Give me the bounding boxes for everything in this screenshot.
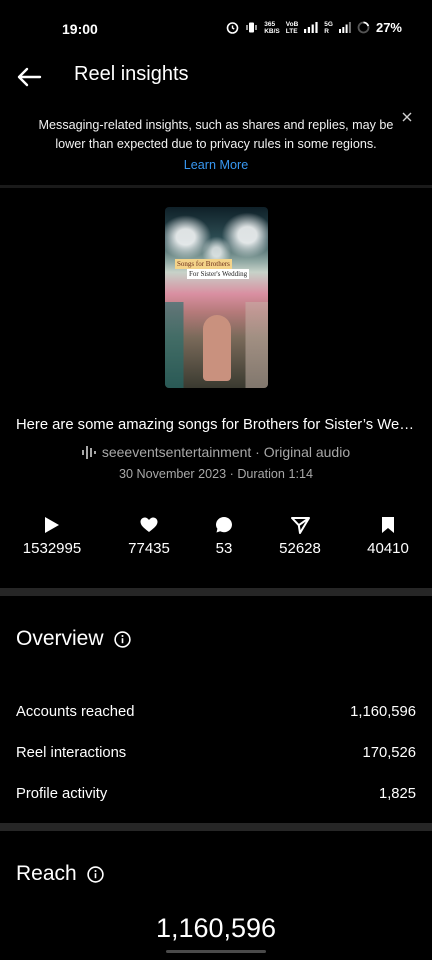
metric-value: 1,160,596 [350, 704, 416, 720]
metric-row-reel-interactions[interactable]: Reel interactions 170,526 [16, 745, 416, 761]
stat-shares: 52628 [255, 513, 345, 557]
scroll-indicator [166, 950, 266, 953]
battery-percent: 27% [375, 20, 402, 35]
status-bar: 19:00 365 KB/S VoB LTE 5G R 27% [0, 0, 432, 58]
overview-heading: Overview [16, 627, 131, 651]
bride-image [203, 315, 231, 381]
metric-value: 170,526 [362, 745, 417, 761]
privacy-banner: Messaging-related insights, such as shar… [0, 104, 432, 186]
alarm-icon [226, 22, 239, 34]
stat-saves: 40410 [343, 513, 432, 557]
play-icon [45, 517, 59, 533]
vibrate-icon [246, 22, 257, 33]
metric-label: Profile activity [16, 786, 108, 802]
thumbnail-overlay-line1: Songs for Brothers [175, 259, 232, 269]
net-speed-unit: KB/S [264, 27, 280, 35]
net-speed: 365 KB/S [264, 21, 280, 35]
close-icon [402, 112, 412, 122]
volte-top: VoB [285, 20, 299, 28]
divider [0, 185, 432, 188]
stat-value: 53 [215, 540, 233, 557]
section-divider [0, 588, 432, 596]
status-time: 19:00 [62, 21, 98, 37]
banner-close-button[interactable] [399, 109, 415, 125]
reel-stats: 1532995 77435 53 52628 40410 [0, 513, 432, 563]
audio-label: seeeventsentertainment · Original audio [101, 444, 351, 460]
fireworks-image [165, 207, 268, 307]
fiveg-indicator: 5G R [324, 21, 333, 35]
heart-icon [140, 517, 158, 532]
fiveg-bottom: R [324, 27, 329, 35]
reel-caption: Here are some amazing songs for Brothers… [16, 417, 416, 433]
info-icon[interactable] [113, 630, 131, 648]
volte-bottom: LTE [285, 27, 298, 35]
stat-value: 77435 [128, 540, 170, 557]
thumbnail-overlay-line2: For Sister's Wedding [187, 269, 250, 279]
comment-icon [216, 517, 232, 533]
learn-more-link[interactable]: Learn More [0, 158, 432, 172]
overview-title: Overview [16, 627, 104, 650]
fiveg-top: 5G [324, 20, 333, 28]
metric-row-accounts-reached[interactable]: Accounts reached 1,160,596 [16, 704, 416, 720]
reach-title: Reach [16, 862, 77, 885]
signal-2-icon [338, 22, 351, 33]
stat-plays: 1532995 [7, 513, 97, 557]
share-icon [290, 516, 310, 534]
status-icons: 365 KB/S VoB LTE 5G R 27% [226, 20, 402, 35]
reel-date-duration: 30 November 2023 · Duration 1:14 [119, 467, 313, 481]
audio-row[interactable]: seeeventsentertainment · Original audio [0, 444, 432, 460]
back-arrow-icon [17, 67, 42, 87]
signal-icon [304, 22, 318, 33]
metric-row-profile-activity[interactable]: Profile activity 1,825 [16, 786, 416, 802]
section-divider [0, 823, 432, 831]
metric-label: Accounts reached [16, 704, 135, 720]
reel-thumbnail[interactable]: Songs for Brothers For Sister's Wedding [165, 207, 268, 388]
stat-value: 1532995 [22, 540, 82, 557]
net-speed-value: 365 [264, 20, 276, 28]
reach-value: 1,160,596 [155, 913, 277, 943]
metric-value: 1,825 [378, 786, 416, 802]
save-icon [382, 517, 394, 533]
stat-value: 40410 [367, 540, 409, 557]
metric-label: Reel interactions [16, 745, 127, 761]
volte-indicator: VoB LTE [286, 21, 299, 35]
audio-waveform-icon [81, 445, 96, 459]
battery-icon [357, 21, 370, 34]
reach-heading: Reach [16, 862, 104, 886]
page-title: Reel insights [74, 63, 189, 85]
stat-value: 52628 [279, 540, 321, 557]
banner-text: Messaging-related insights, such as shar… [38, 118, 394, 151]
header: Reel insights [0, 58, 432, 94]
back-button[interactable] [14, 62, 44, 92]
info-icon[interactable] [87, 865, 104, 883]
